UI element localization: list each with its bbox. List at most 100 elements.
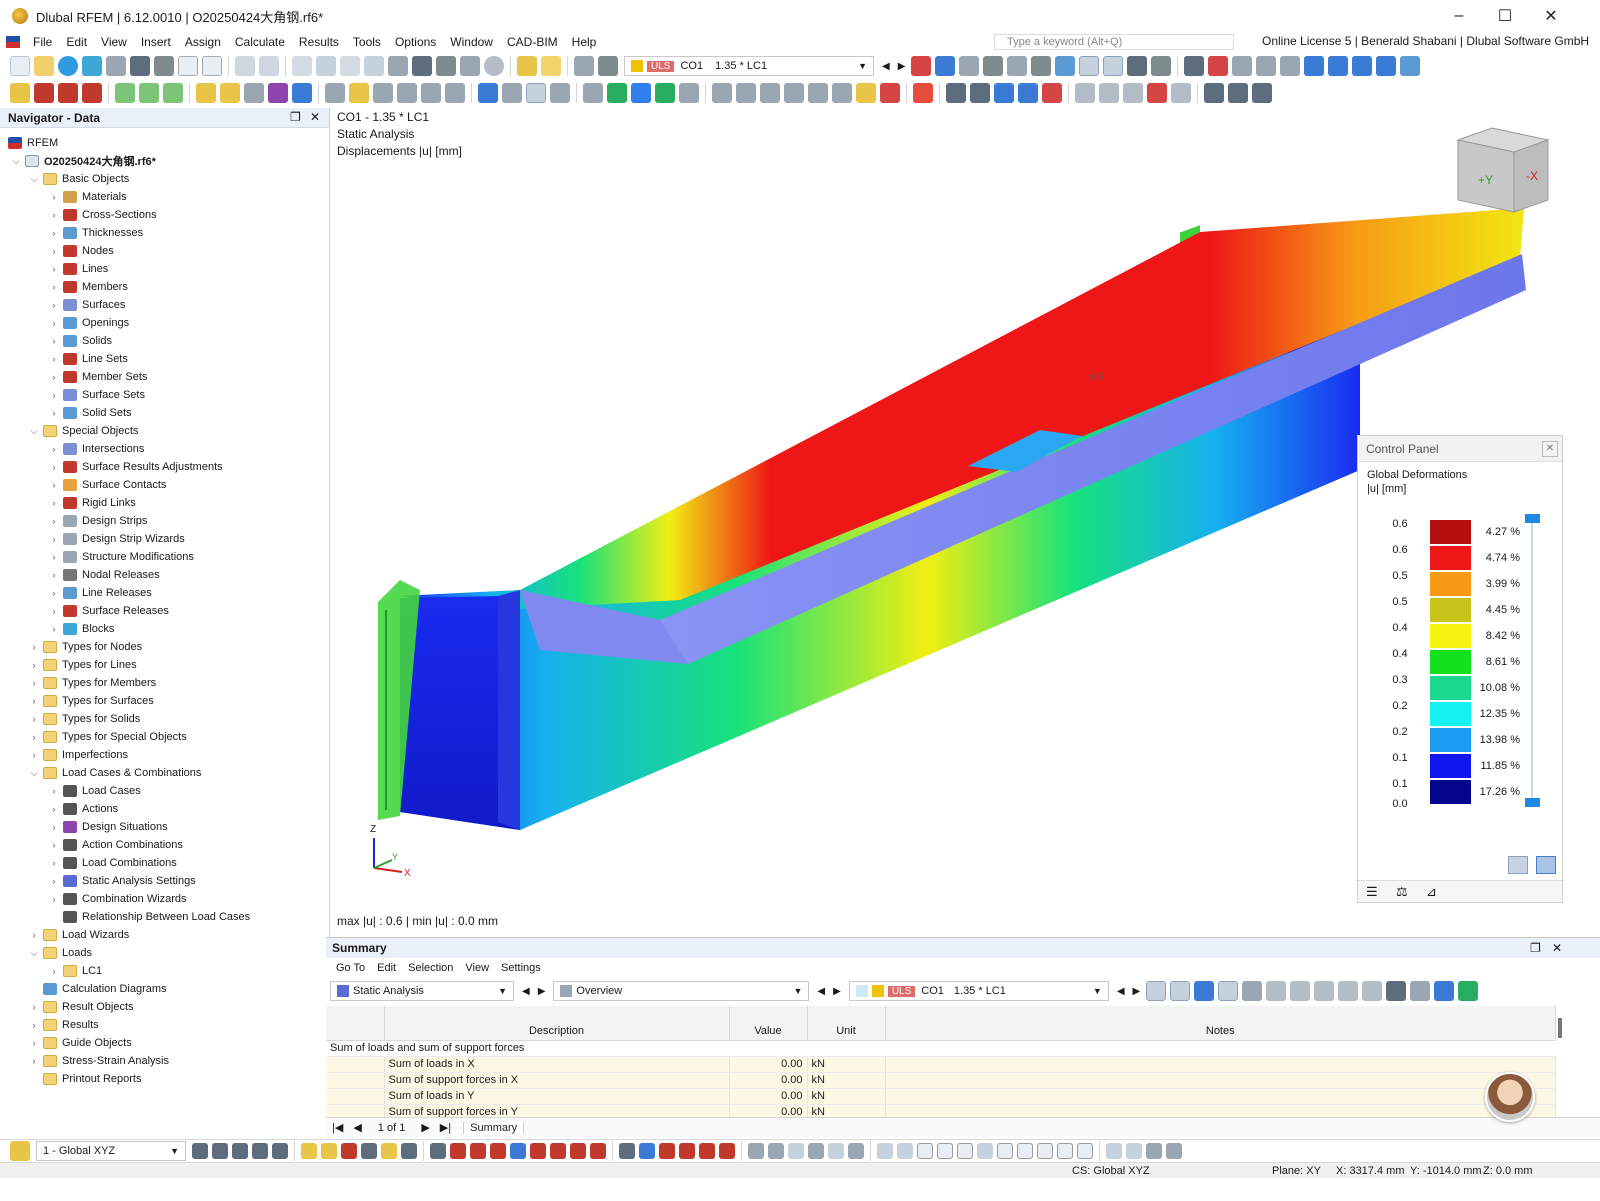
link-icon[interactable] [1099, 83, 1119, 103]
status-toggle-icon[interactable] [1166, 1142, 1182, 1159]
status-frame-icon[interactable] [1126, 1142, 1142, 1159]
chevron-right-icon[interactable]: › [48, 840, 60, 850]
chevron-right-icon[interactable]: › [48, 480, 60, 490]
rotate-tool-icon[interactable] [808, 83, 828, 103]
tree-item[interactable]: Relationship Between Load Cases [48, 908, 250, 926]
chevron-right-icon[interactable]: › [28, 660, 40, 670]
overview-select[interactable]: Overview ▼ [553, 981, 810, 1001]
mesh-surface-icon[interactable] [994, 83, 1014, 103]
measure-icon[interactable] [325, 83, 345, 103]
document-icon[interactable] [202, 56, 222, 76]
tree-item[interactable]: › Imperfections [28, 746, 128, 764]
view-snap-7-icon[interactable] [997, 1142, 1013, 1159]
chevron-right-icon[interactable]: › [28, 732, 40, 742]
grid-snap-icon[interactable] [768, 1142, 784, 1159]
panel-legend-icon[interactable] [1536, 856, 1556, 874]
print-icon[interactable] [106, 56, 126, 76]
person-icon[interactable] [1242, 981, 1263, 1001]
maximize-button[interactable]: ☐ [1482, 0, 1528, 32]
assistant-avatar[interactable] [1485, 1072, 1535, 1122]
draw-ellipse-icon[interactable] [530, 1142, 546, 1159]
stack-icon[interactable] [1204, 83, 1224, 103]
view-snap-4-icon[interactable] [937, 1142, 953, 1159]
line-support-icon[interactable] [139, 83, 159, 103]
legend-color-box[interactable] [1430, 572, 1471, 596]
dimension-icon[interactable] [340, 56, 360, 76]
osnap-icon[interactable] [788, 1142, 804, 1159]
chevron-down-icon[interactable]: ⌵ [28, 768, 40, 779]
tree-root[interactable]: RFEM [8, 134, 58, 152]
tree-item[interactable]: › Surfaces [48, 296, 125, 314]
select-solid-icon[interactable] [381, 1142, 397, 1159]
select-all-icon[interactable] [401, 1142, 417, 1159]
balance-tab-icon[interactable]: ⚖ [1396, 884, 1408, 900]
summary-menu-selection[interactable]: Selection [402, 962, 459, 974]
previous-load-icon[interactable]: ◀ [882, 61, 890, 72]
tree-item[interactable]: Printout Reports [28, 1070, 141, 1088]
tree-item[interactable]: › Design Strip Wizards [48, 530, 185, 548]
box-view-icon[interactable] [1232, 56, 1253, 76]
tree-item[interactable]: › Surface Sets [48, 386, 145, 404]
menu-calculate[interactable]: Calculate [228, 35, 292, 49]
table-insert-icon[interactable] [1290, 981, 1311, 1001]
rendering-icon[interactable] [550, 83, 570, 103]
view-snap-5-icon[interactable] [957, 1142, 973, 1159]
view-snap-1-icon[interactable] [877, 1142, 893, 1159]
select-member-icon[interactable] [341, 1142, 357, 1159]
columns-icon[interactable] [1362, 981, 1383, 1001]
column-description[interactable]: Description [384, 1006, 730, 1041]
connect-icon[interactable] [699, 1142, 715, 1159]
section-tool-icon[interactable] [445, 83, 465, 103]
surface-load-icon[interactable] [244, 83, 264, 103]
ortho-icon[interactable] [848, 1142, 864, 1159]
tree-item[interactable]: › Line Releases [48, 584, 152, 602]
select-in-model-icon[interactable] [1146, 981, 1167, 1001]
legend-slider-track[interactable] [1531, 518, 1533, 804]
legend-slider-top-handle[interactable] [1525, 514, 1540, 523]
legend-color-box[interactable] [1430, 650, 1471, 674]
result-filter-icon[interactable] [911, 56, 932, 76]
stack-plus-icon[interactable] [1228, 83, 1248, 103]
dxf-icon[interactable] [828, 1142, 844, 1159]
table-filter-icon[interactable] [1434, 981, 1455, 1001]
mesh-solid-icon[interactable] [1018, 83, 1038, 103]
result-table-icon[interactable] [388, 56, 408, 76]
legend-color-box[interactable] [1430, 780, 1471, 804]
tree-item[interactable]: › Types for Nodes [28, 638, 142, 656]
view-x-icon[interactable] [1304, 56, 1325, 76]
section-view-icon[interactable] [1256, 56, 1277, 76]
menu-help[interactable]: Help [565, 35, 604, 49]
panel-settings-icon[interactable] [1508, 856, 1528, 874]
legend-slider-bottom-handle[interactable] [1525, 798, 1540, 807]
chevron-right-icon[interactable]: › [48, 570, 60, 580]
draw-circle-icon[interactable] [510, 1142, 526, 1159]
menu-view[interactable]: View [94, 35, 134, 49]
chevron-right-icon[interactable]: › [48, 552, 60, 562]
webservice-icon[interactable] [82, 56, 102, 76]
minimize-button[interactable]: – [1436, 0, 1482, 32]
status-note-icon[interactable] [1146, 1142, 1162, 1159]
chevron-right-icon[interactable]: › [48, 534, 60, 544]
surface-support-icon[interactable] [163, 83, 183, 103]
decimal-places-icon[interactable] [1458, 981, 1479, 1001]
menu-window[interactable]: Window [443, 35, 500, 49]
tree-item[interactable]: › Actions [48, 800, 118, 818]
chevron-right-icon[interactable]: › [48, 966, 60, 976]
chevron-right-icon[interactable]: › [48, 228, 60, 238]
view-3d-icon[interactable] [1400, 56, 1421, 76]
table-settings-icon[interactable] [1410, 981, 1431, 1001]
iso-lines-icon[interactable] [1031, 56, 1052, 76]
next-overview-icon[interactable]: ▶ [833, 986, 841, 997]
menu-results[interactable]: Results [292, 35, 346, 49]
menu-insert[interactable]: Insert [134, 35, 178, 49]
table-icon[interactable] [1266, 981, 1287, 1001]
export-icon[interactable] [1127, 56, 1148, 76]
draw-nurbs-icon[interactable] [570, 1142, 586, 1159]
member-tool-icon[interactable] [58, 83, 78, 103]
view-snap-8-icon[interactable] [1017, 1142, 1033, 1159]
table-group-row[interactable]: Sum of loads and sum of support forces [326, 1040, 1556, 1057]
mesh-icon[interactable] [946, 83, 966, 103]
guide-line-icon[interactable] [421, 83, 441, 103]
chevron-right-icon[interactable]: › [48, 624, 60, 634]
chevron-right-icon[interactable]: › [48, 372, 60, 382]
